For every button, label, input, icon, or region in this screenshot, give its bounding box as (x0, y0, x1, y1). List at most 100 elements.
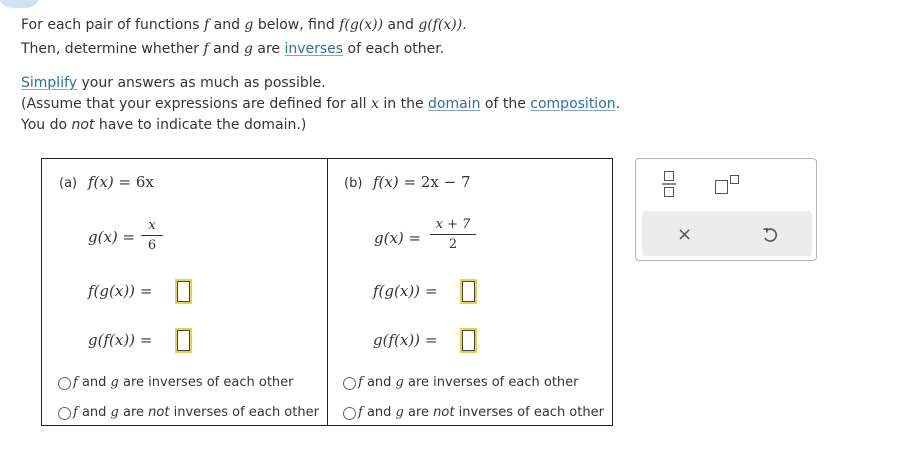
instruction-text: your answers as much as possible. (77, 75, 326, 91)
expr-gfx: g(f(x)). (418, 17, 467, 33)
part-a-option-not-inverses-label[interactable]: f and g are not inverses of each other (73, 405, 319, 420)
instruction-line-4: (Assume that your expressions are define… (21, 94, 620, 115)
option-text: and (77, 405, 111, 420)
tool-action-bar (642, 211, 812, 256)
part-b-g-lhs: g(x) = (374, 229, 421, 247)
instruction-line-1: For each pair of functions f and g below… (21, 15, 467, 36)
fraction-denominator: 6 (147, 238, 157, 253)
f-expression: 6x (135, 173, 154, 191)
option-text: are (403, 405, 434, 420)
part-b-fg-row: f(g(x)) = (373, 282, 437, 300)
var-g: g (395, 375, 404, 390)
instruction-line-2: Then, determine whether f and g are inve… (21, 39, 444, 60)
part-b-f-def: f(x) = 2x − 7 (373, 173, 471, 191)
equals-sign: = (408, 229, 422, 247)
emphasis-not: not (71, 117, 95, 133)
f-of-x: f(x) (373, 173, 399, 191)
f-expression: 2x − 7 (420, 173, 471, 191)
exponent-icon[interactable] (715, 175, 741, 195)
instruction-text: . (615, 96, 621, 112)
instruction-text: of each other. (343, 41, 445, 57)
instruction-text: Then, determine whether (21, 41, 204, 57)
part-a-label: (a) (59, 176, 78, 191)
part-a-g-lhs: g(x) = (88, 228, 135, 246)
g-of-f-of-x: g(f(x)) (373, 331, 421, 349)
emphasis-not: not (148, 405, 170, 420)
equals-sign: = (424, 331, 438, 349)
equals-sign: = (424, 282, 438, 300)
part-a-radio-inverses[interactable] (58, 377, 71, 390)
part-b-gf-answer-input[interactable] (460, 328, 477, 353)
f-of-g-of-x: f(g(x)) (88, 282, 136, 300)
domain-link[interactable]: domain (428, 96, 480, 112)
part-b-radio-inverses[interactable] (343, 377, 356, 390)
option-text: and (362, 375, 396, 390)
part-b-gf-row: g(f(x)) = (373, 331, 437, 349)
part-b-label: (b) (344, 176, 363, 191)
close-icon[interactable]: × (677, 226, 692, 244)
instruction-text: have to indicate the domain.) (94, 117, 307, 133)
instruction-text: in the (378, 96, 429, 112)
fraction-bar (430, 234, 476, 235)
fraction-numerator: x (148, 218, 156, 233)
fraction-icon[interactable] (662, 171, 676, 197)
option-text: inverses of each other (169, 405, 319, 420)
instruction-text: For each pair of functions (21, 17, 204, 33)
f-of-x: f(x) (88, 173, 114, 191)
var-g: g (110, 375, 119, 390)
instruction-line-5: You do not have to indicate the domain.) (21, 115, 306, 136)
emphasis-not: not (433, 405, 455, 420)
instruction-text: of the (480, 96, 531, 112)
var-g: g (395, 405, 404, 420)
instruction-text: and (209, 17, 245, 33)
fraction-numerator: x + 7 (435, 217, 471, 232)
instruction-text: below, find (253, 17, 340, 33)
part-a-gf-row: g(f(x)) = (88, 331, 152, 349)
part-b-fg-answer-input[interactable] (460, 279, 477, 304)
var-x: x (371, 96, 379, 112)
g-of-x: g(x) (88, 228, 118, 246)
undo-icon[interactable] (762, 227, 778, 243)
part-b-option-not-inverses-label[interactable]: f and g are not inverses of each other (358, 405, 604, 420)
collapse-tab[interactable] (0, 0, 40, 8)
option-text: are inverses of each other (118, 375, 294, 390)
part-a-gf-answer-input[interactable] (175, 328, 192, 353)
part-b-radio-not-inverses[interactable] (343, 407, 356, 420)
part-a-g-fraction: x 6 (141, 218, 163, 253)
equals-sign: = (118, 173, 132, 191)
inverses-link[interactable]: inverses (284, 41, 343, 57)
instruction-line-3: Simplify your answers as much as possibl… (21, 73, 326, 94)
f-of-g-of-x: f(g(x)) (373, 282, 421, 300)
part-a-f-def: f(x) = 6x (88, 173, 154, 191)
instruction-text: and (383, 17, 419, 33)
fraction-bar (141, 235, 163, 236)
option-text: are inverses of each other (403, 375, 579, 390)
var-g: g (243, 41, 253, 57)
option-text: inverses of each other (454, 405, 604, 420)
equals-sign: = (122, 228, 136, 246)
part-a-fg-row: f(g(x)) = (88, 282, 152, 300)
instruction-text: are (252, 41, 285, 57)
g-of-f-of-x: g(f(x)) (88, 331, 136, 349)
g-of-x: g(x) (374, 229, 404, 247)
equals-sign: = (139, 331, 153, 349)
option-text: and (362, 405, 396, 420)
instruction-text: You do (21, 117, 72, 133)
equals-sign: = (403, 173, 417, 191)
var-g: g (110, 405, 119, 420)
fraction-denominator: 2 (448, 237, 458, 252)
part-b-option-inverses-label[interactable]: f and g are inverses of each other (358, 375, 579, 390)
option-text: and (77, 375, 111, 390)
panel-divider (327, 158, 328, 426)
equals-sign: = (139, 282, 153, 300)
instruction-text: and (208, 41, 244, 57)
expr-fgx: f(g(x)) (339, 17, 384, 33)
part-a-fg-answer-input[interactable] (175, 279, 192, 304)
composition-link[interactable]: composition (530, 96, 615, 112)
option-text: are (118, 405, 149, 420)
part-a-option-inverses-label[interactable]: f and g are inverses of each other (73, 375, 294, 390)
simplify-link[interactable]: Simplify (21, 75, 77, 91)
part-b-g-fraction: x + 7 2 (430, 217, 476, 252)
instruction-text: (Assume that your expressions are define… (21, 96, 372, 112)
part-a-radio-not-inverses[interactable] (58, 407, 71, 420)
